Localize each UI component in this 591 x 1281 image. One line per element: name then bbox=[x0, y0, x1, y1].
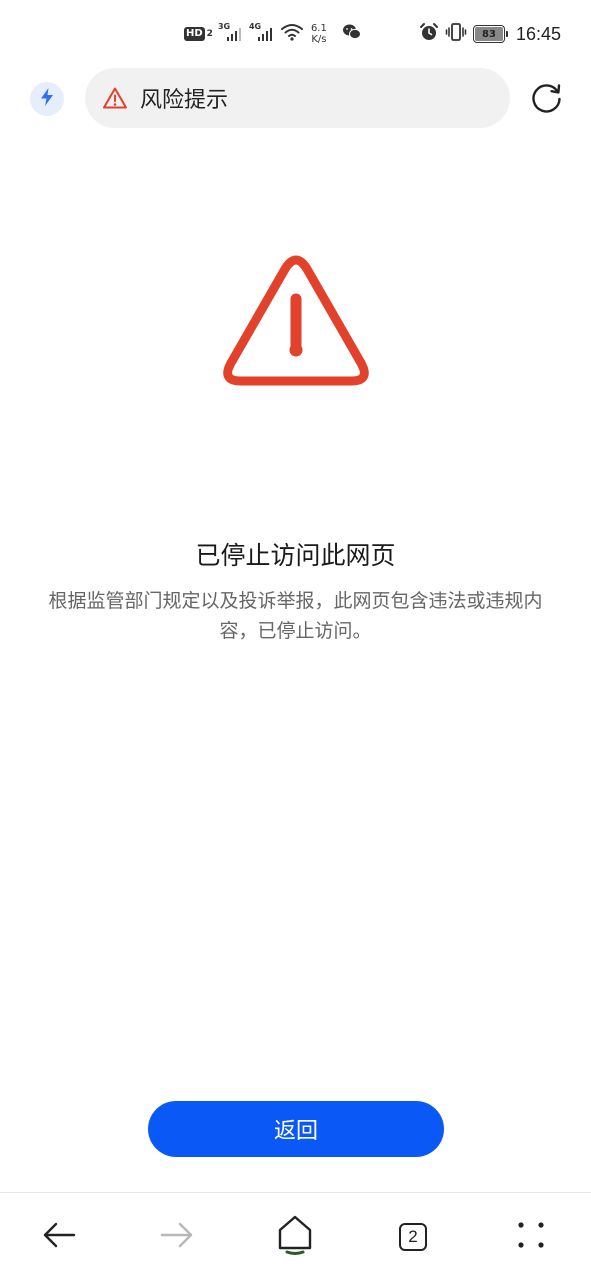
network-speed-value: 6.1 bbox=[310, 23, 327, 34]
more-dots-icon bbox=[516, 1220, 546, 1254]
clock-time: 16:45 bbox=[515, 23, 561, 44]
go-back-button[interactable]: 返回 bbox=[148, 1101, 444, 1157]
signal-strength-icon: 4G bbox=[249, 22, 275, 44]
page-title: 风险提示 bbox=[140, 88, 229, 113]
warning-triangle-icon bbox=[221, 253, 371, 391]
nav-forward-button[interactable] bbox=[155, 1215, 199, 1259]
nav-back-button[interactable] bbox=[37, 1215, 81, 1259]
warning-triangle-icon bbox=[102, 85, 128, 111]
wechat-icon bbox=[342, 23, 362, 45]
nav-home-button[interactable] bbox=[273, 1215, 317, 1259]
status-bar-left: HD 2 3G 4G 6.1 K/s bbox=[184, 20, 362, 48]
network-speed-unit: K/s bbox=[311, 34, 327, 45]
nav-more-button[interactable] bbox=[509, 1215, 553, 1259]
hd-label: HD bbox=[184, 27, 205, 41]
error-description: 根据监管部门规定以及投诉举报，此网页包含违法或违规内容，已停止访问。 bbox=[48, 590, 543, 642]
alarm-clock-icon bbox=[419, 22, 439, 46]
vibrate-icon bbox=[445, 22, 467, 46]
address-bar[interactable]: 风险提示 bbox=[85, 68, 510, 128]
status-bar-right: 83 16:45 bbox=[419, 20, 561, 48]
arrow-right-icon bbox=[159, 1220, 195, 1254]
refresh-icon bbox=[530, 80, 564, 118]
hd-voice-indicator: HD 2 bbox=[184, 27, 213, 41]
error-headline: 已停止访问此网页 bbox=[195, 541, 396, 570]
battery-level: 83 bbox=[474, 27, 503, 41]
wifi-icon bbox=[280, 22, 304, 46]
signal-strength-icon: 3G bbox=[218, 22, 244, 44]
refresh-button[interactable] bbox=[528, 80, 566, 118]
home-icon bbox=[276, 1213, 314, 1261]
hd-sub-label: 2 bbox=[206, 29, 213, 39]
bottom-navigation-bar: 2 bbox=[0, 1192, 591, 1281]
battery-icon: 83 bbox=[472, 25, 508, 43]
quick-mode-button[interactable] bbox=[30, 82, 64, 116]
lightning-icon bbox=[38, 87, 56, 111]
nav-tabs-button[interactable]: 2 bbox=[391, 1215, 435, 1259]
network-speed: 6.1 K/s bbox=[311, 23, 327, 45]
status-bar: HD 2 3G 4G 6.1 K/s 83 16:45 bbox=[0, 0, 591, 66]
arrow-left-icon bbox=[41, 1220, 77, 1254]
tab-count: 2 bbox=[399, 1223, 427, 1251]
